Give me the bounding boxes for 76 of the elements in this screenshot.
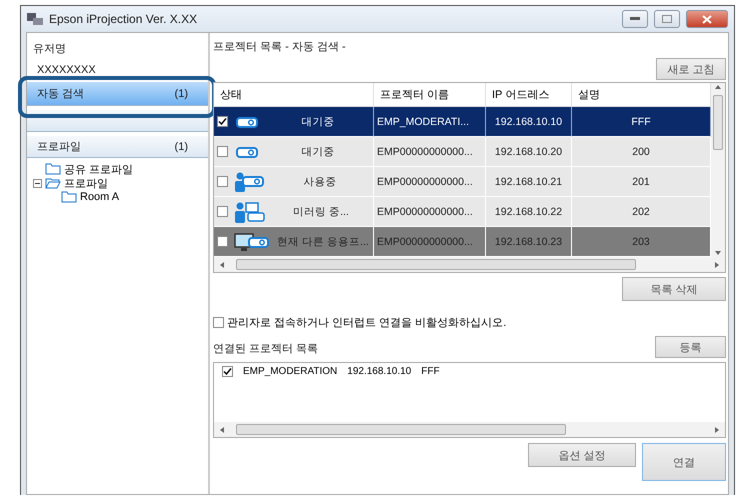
monitor-projector-icon	[234, 232, 270, 252]
checkbox[interactable]	[222, 366, 233, 377]
connect-button[interactable]: 연결	[642, 443, 726, 481]
list-item-description: FFF	[421, 366, 440, 377]
user-name-label: 유저명	[32, 42, 67, 56]
scroll-left-arrow-icon[interactable]	[218, 426, 226, 434]
checkbox[interactable]	[217, 116, 228, 127]
minimize-button[interactable]	[622, 10, 648, 28]
sidebar-item[interactable]: 자동 검색 (1)	[27, 82, 208, 106]
checkmark-icon	[223, 367, 232, 376]
maximize-button[interactable]	[654, 10, 680, 28]
table-cell: 192.168.10.10	[486, 107, 572, 137]
checkbox[interactable]	[217, 236, 228, 247]
scroll-thumb[interactable]	[713, 95, 723, 150]
user-name-value: XXXXXXXX	[36, 63, 97, 76]
tree-item[interactable]: Room A	[80, 191, 120, 203]
sidebar-item[interactable]: 프로파일 (1)	[27, 136, 208, 158]
option-label: 관리자로 접속하거나 인터럽트 연결을 비활성화하십시오.	[227, 316, 506, 330]
table-cell: 192.168.10.23	[486, 227, 572, 257]
folder-icon	[61, 191, 77, 203]
checkbox[interactable]	[217, 206, 228, 217]
checkbox[interactable]	[217, 176, 228, 187]
maximize-icon	[662, 15, 672, 23]
table-cell[interactable]: 대기중	[214, 107, 374, 137]
list-item-ip: 192.168.10.10	[347, 366, 412, 377]
table-cell: EMP00000000000...	[374, 227, 486, 257]
vertical-scrollbar[interactable]	[711, 83, 725, 257]
section-heading: 연결된 프로젝터 목록	[213, 342, 318, 357]
window-title: Epson iProjection Ver. X.XX	[49, 12, 198, 26]
folder-icon	[45, 163, 61, 175]
scroll-left-arrow-icon[interactable]	[218, 260, 226, 268]
list-item-name: EMP_MODERATION	[243, 366, 338, 377]
table-cell: 202	[572, 197, 711, 227]
table-cell: 203	[572, 227, 711, 257]
mirroring-icon	[234, 200, 266, 222]
user-projector-icon	[234, 172, 264, 192]
scroll-right-arrow-icon[interactable]	[713, 426, 721, 434]
table-cell: EMP00000000000...	[374, 167, 486, 197]
checkbox[interactable]	[217, 146, 228, 157]
scroll-up-arrow-icon[interactable]	[714, 83, 722, 91]
register-button[interactable]: 등록	[655, 336, 726, 358]
minimize-icon	[630, 17, 640, 21]
scroll-down-arrow-icon[interactable]	[714, 249, 722, 257]
table-cell: 192.168.10.20	[486, 137, 572, 167]
table-cell: FFF	[572, 107, 711, 137]
tree-item[interactable]: 프로파일	[64, 176, 108, 190]
checkmark-icon	[218, 117, 227, 126]
scroll-right-arrow-icon[interactable]	[713, 260, 721, 268]
collapse-toggle-icon[interactable]	[33, 178, 42, 188]
table-cell: 192.168.10.22	[486, 197, 572, 227]
refresh-button[interactable]: 새로 고침	[656, 58, 726, 80]
table-cell: EMP_MODERATI...	[374, 107, 486, 137]
table-cell: 200	[572, 137, 711, 167]
checkbox[interactable]	[213, 317, 224, 328]
list-heading: 프로젝터 목록 - 자동 검색 -	[213, 40, 347, 54]
close-icon	[702, 14, 712, 24]
table-cell[interactable]: 대기중	[214, 137, 374, 167]
table-cell: EMP00000000000...	[374, 197, 486, 227]
app-icon	[27, 12, 43, 26]
close-button[interactable]	[686, 10, 728, 28]
table-cell: 192.168.10.21	[486, 167, 572, 197]
horizontal-scrollbar[interactable]	[214, 422, 725, 437]
table-cell[interactable]: 현재 다른 응용프...	[214, 227, 374, 257]
column-header[interactable]: 설명	[572, 83, 711, 107]
table-cell[interactable]: 사용중	[214, 167, 374, 197]
table-cell: EMP00000000000...	[374, 137, 486, 167]
table-cell[interactable]: 미러링 중...	[214, 197, 374, 227]
horizontal-scrollbar[interactable]	[214, 257, 725, 272]
folder-open-icon	[45, 177, 61, 189]
options-button[interactable]: 옵션 설정	[528, 443, 636, 467]
table-cell: 201	[572, 167, 711, 197]
column-header[interactable]: 상태	[214, 83, 374, 107]
tree-item[interactable]: 공유 프로파일	[64, 162, 134, 176]
delete-list-button[interactable]: 목록 삭제	[622, 277, 726, 301]
column-header[interactable]: IP 어드레스	[486, 83, 572, 107]
column-header[interactable]: 프로젝터 이름	[374, 83, 486, 107]
